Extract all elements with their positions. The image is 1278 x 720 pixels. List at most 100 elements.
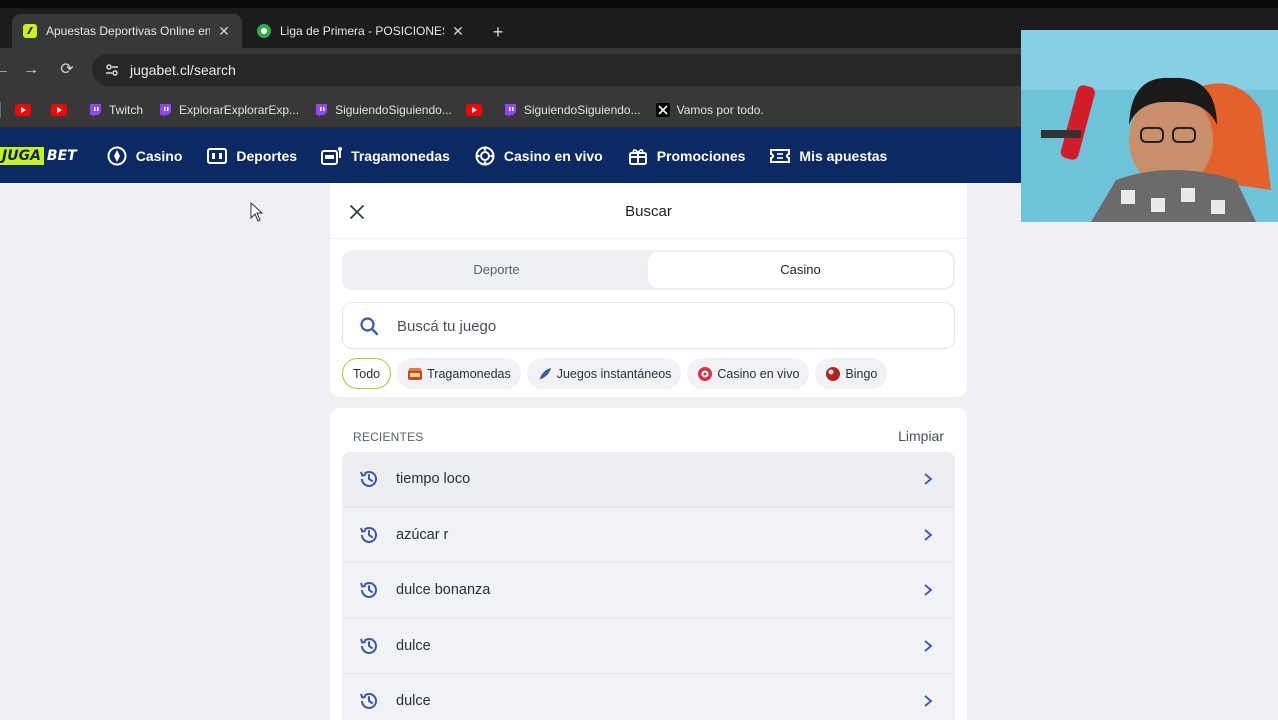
url-text: jugabet.cl/search	[130, 62, 236, 78]
site-settings-icon[interactable]	[102, 60, 122, 80]
logo-part-juga: JUGA	[0, 146, 44, 165]
scoreboard-icon	[206, 145, 228, 167]
recent-heading: RECIENTES	[353, 430, 424, 444]
recent-item-text: dulce bonanza	[396, 582, 491, 599]
chip-label: Casino en vivo	[717, 366, 800, 381]
chevron-right-icon	[924, 639, 933, 652]
nav-label: Deportes	[236, 147, 298, 164]
bookmark-youtube-2[interactable]	[51, 102, 73, 118]
category-chips: Todo Tragamonedas Juegos instantáneos Ca…	[342, 358, 893, 390]
youtube-icon	[51, 102, 67, 118]
logo-part-bet: BET	[46, 147, 77, 164]
bookmark-label: ExplorarExplorarExp...	[179, 102, 300, 117]
nav-casino[interactable]: Casino	[106, 145, 183, 167]
youtube-icon	[15, 102, 31, 118]
soccer-ball-icon	[257, 24, 271, 38]
segment-deporte[interactable]: Deporte	[344, 252, 649, 288]
chip-label: Todo	[353, 366, 381, 381]
jugabet-logo[interactable]: JUGA BET	[0, 146, 80, 165]
panel-title: Buscar	[625, 203, 672, 220]
nav-mis-apuestas[interactable]: Mis apuestas	[769, 145, 887, 167]
history-icon	[360, 471, 377, 488]
recent-item[interactable]: azúcar r	[342, 507, 955, 563]
chevron-right-icon	[924, 584, 933, 596]
bookmark-divider	[0, 101, 1, 118]
nav-casino-en-vivo[interactable]: Casino en vivo	[474, 145, 603, 167]
nav-tragamonedas[interactable]: Tragamonedas	[321, 145, 450, 167]
bingo-ball-icon	[825, 366, 841, 382]
nav-label: Mis apuestas	[799, 147, 888, 164]
bookmark-youtube-3[interactable]	[465, 102, 488, 118]
history-icon	[360, 693, 377, 710]
nav-label: Tragamonedas	[351, 147, 450, 164]
tab-liga[interactable]: Liga de Primera - POSICIONES, ✕	[246, 14, 476, 48]
roulette-icon	[474, 145, 496, 167]
clear-button[interactable]: Limpiar	[898, 428, 944, 444]
tab-apuestas[interactable]: Apuestas Deportivas Online en ✕	[12, 14, 242, 48]
reload-icon[interactable]: ⟳	[57, 60, 77, 80]
slot-machine-icon	[407, 366, 423, 382]
chip-label: Juegos instantáneos	[556, 366, 672, 381]
window-top-strip	[0, 0, 1278, 8]
chip-casino-en-vivo[interactable]: Casino en vivo	[687, 358, 810, 389]
chip-tragamonedas[interactable]: Tragamonedas	[397, 358, 521, 389]
nav-label: Promociones	[656, 147, 746, 164]
history-icon	[360, 582, 377, 599]
search-box[interactable]	[342, 302, 955, 349]
new-tab-button[interactable]: +	[488, 22, 508, 42]
recent-item[interactable]: tiempo loco	[342, 452, 955, 508]
bookmark-label: SiguiendoSiguiendo...	[335, 102, 452, 117]
tab-close-icon[interactable]: ✕	[450, 23, 466, 40]
rocket-icon	[537, 366, 553, 382]
history-icon	[360, 526, 377, 543]
gift-icon	[627, 145, 649, 167]
nav-label: Casino en vivo	[503, 147, 603, 164]
bookmark-label: SiguiendoSiguiendo...	[523, 102, 641, 117]
search-input[interactable]	[397, 315, 937, 337]
slot-machine-icon	[321, 145, 343, 167]
chip-label: Tragamonedas	[427, 366, 511, 381]
casino-chip-icon	[106, 145, 128, 167]
search-icon	[360, 317, 379, 336]
roulette-icon	[697, 366, 713, 382]
mouse-cursor-icon	[250, 202, 264, 222]
history-icon	[360, 637, 377, 654]
recent-item[interactable]: dulce bonanza	[342, 563, 955, 619]
segment-casino[interactable]: Casino	[648, 252, 953, 288]
nav-deportes[interactable]: Deportes	[206, 145, 297, 167]
bookmark-x[interactable]: Vamos por todo.	[655, 102, 764, 118]
bookmark-twitch[interactable]: Twitch	[87, 102, 143, 118]
bookmark-label: Vamos por todo.	[676, 102, 764, 117]
recent-item-text: tiempo loco	[396, 471, 471, 488]
recent-item[interactable]: dulce	[342, 618, 955, 674]
ticket-icon	[769, 145, 791, 167]
recent-item-text: dulce	[396, 637, 431, 654]
recent-searches-panel: RECIENTES Limpiar tiempo loco azúcar r d…	[330, 408, 967, 720]
bookmark-explorar[interactable]: ExplorarExplorarExp...	[157, 102, 299, 118]
bookmark-youtube-1[interactable]	[15, 102, 37, 118]
streamer-video-image	[1021, 30, 1278, 222]
recent-list: tiempo loco azúcar r dulce bonanza dulce…	[342, 452, 955, 720]
recent-item[interactable]: dulce	[342, 674, 955, 720]
tab-close-icon[interactable]: ✕	[216, 23, 232, 40]
forward-icon[interactable]: →	[21, 60, 41, 80]
back-icon[interactable]: ←	[0, 60, 12, 80]
nav-label: Casino	[135, 147, 183, 164]
divider	[330, 238, 967, 239]
twitch-icon	[502, 102, 518, 118]
chip-todo[interactable]: Todo	[342, 358, 392, 389]
chip-bingo[interactable]: Bingo	[815, 358, 888, 389]
bookmark-label: Twitch	[109, 102, 144, 117]
nav-promociones[interactable]: Promociones	[627, 145, 746, 167]
twitch-icon	[87, 102, 103, 118]
jugabet-icon	[23, 24, 37, 38]
tab-title: Apuestas Deportivas Online en	[46, 24, 210, 38]
recent-item-text: azúcar r	[396, 526, 449, 543]
bookmark-siguiendo-2[interactable]: SiguiendoSiguiendo...	[502, 102, 641, 118]
chip-juegos-instantaneos[interactable]: Juegos instantáneos	[526, 358, 682, 389]
sport-casino-toggle: Deporte Casino	[342, 250, 955, 290]
address-bar[interactable]: jugabet.cl/search	[92, 54, 1052, 86]
x-icon	[655, 102, 671, 118]
chip-label: Bingo	[845, 366, 878, 381]
bookmark-siguiendo-1[interactable]: SiguiendoSiguiendo...	[313, 102, 452, 118]
